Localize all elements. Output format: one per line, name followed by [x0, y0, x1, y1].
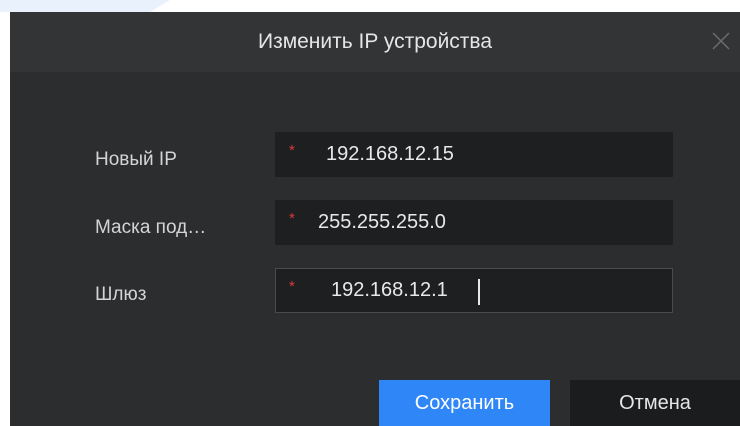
dialog-title: Изменить IP устройства	[257, 30, 493, 53]
gateway-label: Шлюз	[95, 284, 147, 305]
text-caret	[478, 279, 480, 305]
new-ip-field[interactable]: *	[275, 132, 673, 177]
gateway-input[interactable]	[331, 269, 661, 312]
save-button[interactable]: Сохранить	[379, 380, 550, 426]
background-decor	[0, 0, 170, 12]
new-ip-input[interactable]	[326, 133, 656, 176]
required-mark: *	[289, 210, 295, 227]
subnet-mask-input[interactable]	[318, 201, 648, 244]
close-icon[interactable]	[710, 30, 732, 52]
subnet-mask-label: Маска под…	[95, 217, 207, 238]
required-mark: *	[289, 142, 295, 159]
subnet-mask-field[interactable]: *	[275, 200, 673, 245]
dialog-titlebar: Изменить IP устройства	[10, 12, 740, 72]
required-mark: *	[289, 278, 295, 295]
gateway-field[interactable]: *	[275, 268, 673, 313]
cancel-button[interactable]: Отмена	[570, 380, 740, 426]
new-ip-label: Новый IP	[95, 149, 177, 170]
edit-ip-dialog: Изменить IP устройства Новый IP * Маска …	[10, 12, 740, 426]
